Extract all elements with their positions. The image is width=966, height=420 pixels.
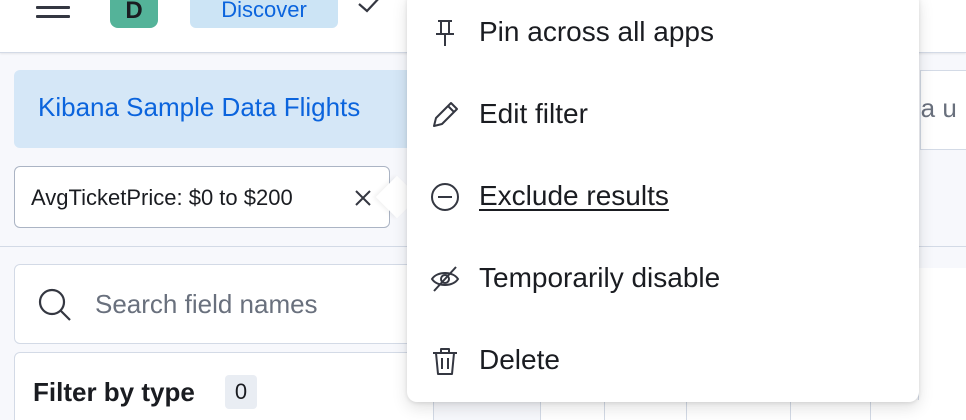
- query-bar-partial-text: ata u: [920, 93, 957, 123]
- pin-icon: [436, 20, 454, 46]
- filter-by-type-label: Filter by type: [33, 377, 195, 407]
- query-bar-edge: ata u: [920, 70, 966, 150]
- menu-item-label: Temporarily disable: [479, 262, 721, 293]
- minus-circle-icon: [431, 183, 459, 211]
- eye-closed-icon: [430, 266, 460, 292]
- menu-item-label: Pin across all apps: [479, 16, 715, 47]
- filter-context-menu: Pin across all apps Edit filter Exclude …: [407, 0, 919, 402]
- search-icon: [38, 288, 71, 321]
- space-avatar[interactable]: D: [110, 0, 158, 28]
- menu-item-delete[interactable]: Delete: [407, 320, 919, 402]
- menu-item-pin[interactable]: Pin across all apps: [407, 0, 919, 74]
- discover-page: D Discover Kibana Sample Data Flights at…: [0, 0, 966, 420]
- check-icon: [358, 0, 379, 13]
- filter-pill-label: AvgTicketPrice: $0 to $200: [31, 185, 293, 210]
- breadcrumb-discover[interactable]: Discover: [190, 0, 338, 28]
- document-table-edge: [918, 268, 966, 420]
- pencil-icon: [433, 102, 458, 127]
- filter-pill[interactable]: AvgTicketPrice: $0 to $200: [14, 166, 390, 228]
- menu-item-label: Exclude results: [479, 180, 669, 211]
- search-input[interactable]: Search field names: [95, 289, 318, 320]
- close-icon[interactable]: [353, 188, 373, 208]
- document-table-header: [540, 400, 966, 420]
- trash-icon: [433, 348, 457, 375]
- menu-item-temporarily-disable[interactable]: Temporarily disable: [407, 238, 919, 320]
- field-search-box[interactable]: Search field names: [14, 264, 434, 344]
- menu-item-exclude-results[interactable]: Exclude results: [407, 156, 919, 238]
- menu-item-label: Delete: [479, 344, 560, 375]
- menu-item-label: Edit filter: [479, 98, 588, 129]
- menu-item-edit-filter[interactable]: Edit filter: [407, 74, 919, 156]
- data-view-picker[interactable]: Kibana Sample Data Flights: [14, 70, 434, 148]
- filter-count-badge: 0: [225, 375, 257, 409]
- data-view-label: Kibana Sample Data Flights: [38, 92, 361, 122]
- filter-by-type-button[interactable]: Filter by type 0: [14, 352, 434, 420]
- menu-toggle-icon[interactable]: [36, 0, 72, 18]
